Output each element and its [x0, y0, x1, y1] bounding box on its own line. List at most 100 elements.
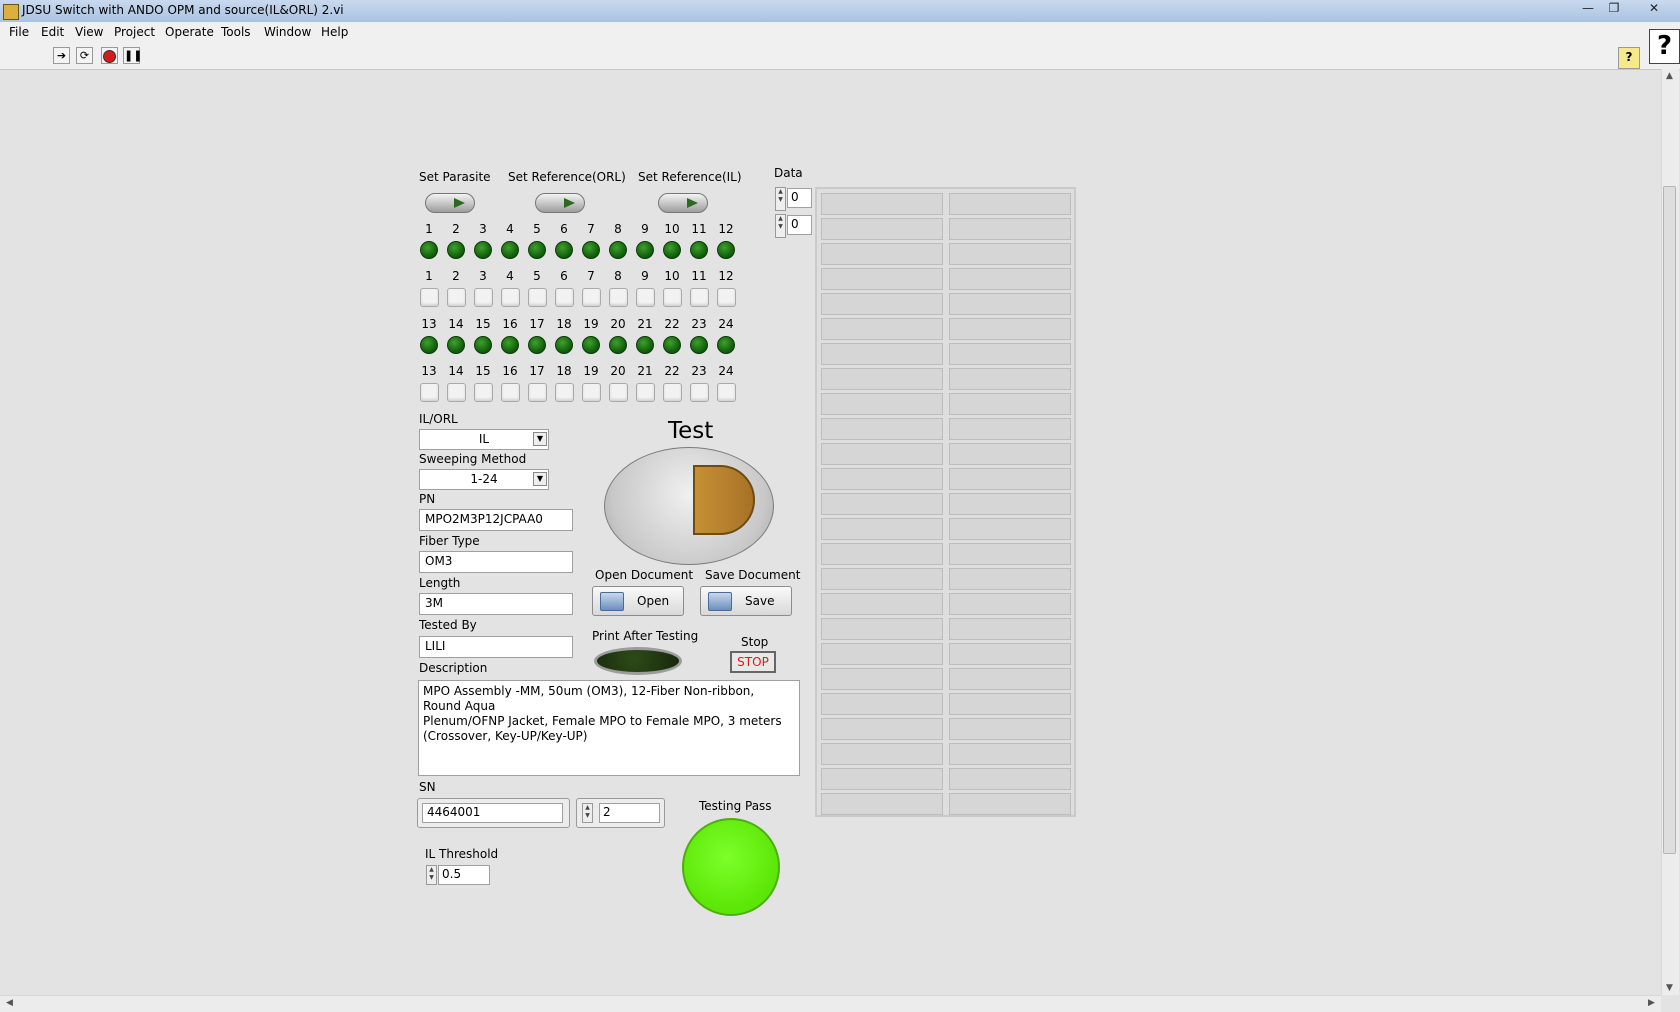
sweeping-method-dropdown[interactable]: 1-24 ▼: [419, 469, 549, 490]
data-cell[interactable]: [949, 243, 1071, 265]
restore-icon[interactable]: ❐: [1601, 0, 1627, 18]
channel-checkbox-3[interactable]: [474, 288, 493, 307]
data-cell[interactable]: [821, 393, 943, 415]
channel-checkbox-6[interactable]: [555, 288, 574, 307]
data-cell[interactable]: [821, 618, 943, 640]
data-cell[interactable]: [949, 268, 1071, 290]
data-cell[interactable]: [821, 793, 943, 815]
data-cell[interactable]: [949, 793, 1071, 815]
channel-checkbox-15[interactable]: [474, 383, 493, 402]
data-cell[interactable]: [949, 543, 1071, 565]
set-reference-il-button[interactable]: [658, 193, 708, 213]
sn-field[interactable]: 4464001: [422, 803, 563, 823]
data-cell[interactable]: [949, 218, 1071, 240]
data-cell[interactable]: [949, 393, 1071, 415]
data-cell[interactable]: [949, 518, 1071, 540]
channel-checkbox-23[interactable]: [690, 383, 709, 402]
il-threshold-field[interactable]: 0.5: [438, 865, 490, 885]
data-cell[interactable]: [821, 768, 943, 790]
channel-checkbox-18[interactable]: [555, 383, 574, 402]
channel-checkbox-21[interactable]: [636, 383, 655, 402]
data-row-index[interactable]: 0: [787, 188, 812, 208]
data-col-index[interactable]: 0: [787, 215, 812, 235]
channel-checkbox-17[interactable]: [528, 383, 547, 402]
data-cell[interactable]: [821, 193, 943, 215]
data-cell[interactable]: [821, 218, 943, 240]
menu-project[interactable]: Project: [114, 25, 155, 39]
data-cell[interactable]: [949, 368, 1071, 390]
data-cell[interactable]: [821, 568, 943, 590]
data-cell[interactable]: [821, 293, 943, 315]
channel-checkbox-22[interactable]: [663, 383, 682, 402]
data-cell[interactable]: [949, 743, 1071, 765]
data-cell[interactable]: [821, 643, 943, 665]
channel-checkbox-19[interactable]: [582, 383, 601, 402]
save-button[interactable]: Save: [700, 586, 792, 616]
menu-view[interactable]: View: [75, 25, 103, 39]
channel-checkbox-11[interactable]: [690, 288, 709, 307]
set-parasite-button[interactable]: [425, 193, 475, 213]
minimize-icon[interactable]: —: [1575, 0, 1601, 18]
abort-icon[interactable]: [101, 47, 118, 64]
channel-checkbox-2[interactable]: [447, 288, 466, 307]
run-continuously-icon[interactable]: ⟳: [76, 47, 93, 64]
chevron-down-icon[interactable]: ▼: [533, 432, 547, 446]
il-orl-dropdown[interactable]: IL ▼: [419, 429, 549, 450]
pause-icon[interactable]: ❚❚: [123, 47, 142, 64]
data-cell[interactable]: [949, 668, 1071, 690]
description-field[interactable]: MPO Assembly -MM, 50um (OM3), 12-Fiber N…: [418, 680, 800, 776]
channel-checkbox-8[interactable]: [609, 288, 628, 307]
data-cell[interactable]: [949, 443, 1071, 465]
data-cell[interactable]: [821, 718, 943, 740]
menu-edit[interactable]: Edit: [41, 25, 64, 39]
data-cell[interactable]: [821, 343, 943, 365]
scroll-down-icon[interactable]: ▼: [1666, 983, 1673, 993]
context-help-icon[interactable]: ?: [1618, 47, 1640, 69]
menu-tools[interactable]: Tools: [221, 25, 251, 39]
open-button[interactable]: Open: [592, 586, 684, 616]
data-cell[interactable]: [821, 418, 943, 440]
close-icon[interactable]: ✕: [1634, 0, 1674, 18]
sn-count-field[interactable]: 2: [599, 803, 660, 823]
scroll-right-icon[interactable]: ▶: [1648, 998, 1655, 1008]
run-arrow-icon[interactable]: ➔: [53, 47, 70, 64]
data-cell[interactable]: [821, 743, 943, 765]
menu-file[interactable]: File: [9, 25, 29, 39]
channel-checkbox-12[interactable]: [717, 288, 736, 307]
channel-checkbox-1[interactable]: [420, 288, 439, 307]
data-cell[interactable]: [949, 418, 1071, 440]
data-cell[interactable]: [949, 618, 1071, 640]
data-cell[interactable]: [949, 468, 1071, 490]
data-cell[interactable]: [821, 268, 943, 290]
menu-window[interactable]: Window: [264, 25, 311, 39]
channel-checkbox-10[interactable]: [663, 288, 682, 307]
data-cell[interactable]: [821, 368, 943, 390]
data-cell[interactable]: [949, 293, 1071, 315]
scroll-up-icon[interactable]: ▲: [1666, 71, 1673, 81]
il-threshold-spinner-icon[interactable]: ▲ ▼: [426, 865, 437, 885]
fiber-type-field[interactable]: OM3: [419, 551, 573, 573]
data-cell[interactable]: [949, 343, 1071, 365]
data-cell[interactable]: [949, 693, 1071, 715]
channel-checkbox-14[interactable]: [447, 383, 466, 402]
data-cell[interactable]: [821, 243, 943, 265]
channel-checkbox-24[interactable]: [717, 383, 736, 402]
data-cell[interactable]: [949, 593, 1071, 615]
data-cell[interactable]: [949, 718, 1071, 740]
channel-checkbox-4[interactable]: [501, 288, 520, 307]
set-reference-orl-button[interactable]: [535, 193, 585, 213]
data-cell[interactable]: [821, 468, 943, 490]
data-cell[interactable]: [821, 543, 943, 565]
sn-count-spinner-icon[interactable]: ▲ ▼: [582, 803, 593, 823]
menu-operate[interactable]: Operate: [165, 25, 214, 39]
data-cell[interactable]: [821, 318, 943, 340]
channel-checkbox-20[interactable]: [609, 383, 628, 402]
channel-checkbox-9[interactable]: [636, 288, 655, 307]
data-col-index-spinner-icon[interactable]: ▲ ▼: [775, 214, 786, 238]
help-icon[interactable]: ?: [1649, 29, 1680, 64]
data-row-index-spinner-icon[interactable]: ▲ ▼: [775, 187, 786, 211]
print-after-testing-toggle[interactable]: [594, 647, 682, 675]
tested-by-field[interactable]: LILI: [419, 636, 573, 658]
data-cell[interactable]: [949, 643, 1071, 665]
data-cell[interactable]: [949, 318, 1071, 340]
